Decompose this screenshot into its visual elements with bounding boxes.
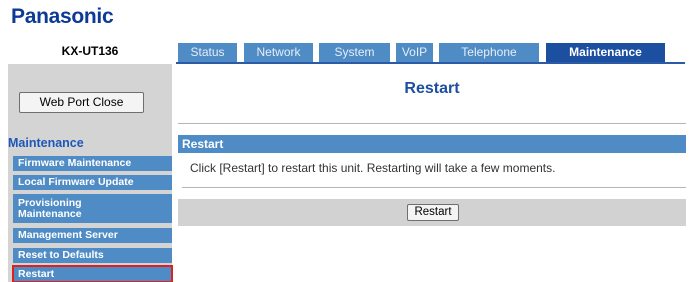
page-title: Restart xyxy=(404,80,460,97)
sidebar: Web Port Close Maintenance Firmware Main… xyxy=(8,64,173,282)
sidebar-item-label: Local Firmware Update xyxy=(18,176,134,188)
sidebar-item-label: Reset to Defaults xyxy=(18,249,104,261)
action-bar: Restart xyxy=(178,199,686,226)
tab-telephone[interactable]: Telephone xyxy=(439,43,539,62)
sidebar-heading: Maintenance xyxy=(8,136,84,150)
section-divider xyxy=(182,187,686,188)
tab-system[interactable]: System xyxy=(319,43,390,62)
sidebar-item-firmware-maintenance[interactable]: Firmware Maintenance xyxy=(13,156,172,171)
restart-button[interactable]: Restart xyxy=(407,204,459,221)
section-header: Restart xyxy=(178,135,686,153)
tab-status[interactable]: Status xyxy=(178,43,237,62)
tab-maintenance[interactable]: Maintenance xyxy=(546,43,665,62)
sidebar-item-label: Management Server xyxy=(18,229,118,241)
sidebar-item-label: Firmware Maintenance xyxy=(18,157,132,169)
sidebar-item-provisioning-maintenance[interactable]: Provisioning Maintenance xyxy=(13,194,172,223)
tab-network[interactable]: Network xyxy=(244,43,313,62)
sidebar-item-label: Provisioning Maintenance xyxy=(18,196,82,220)
sidebar-item-restart[interactable]: Restart xyxy=(12,265,173,282)
model-label: KX-UT136 xyxy=(61,44,119,58)
sidebar-item-reset-to-defaults[interactable]: Reset to Defaults xyxy=(13,248,172,263)
sidebar-item-local-firmware-update[interactable]: Local Firmware Update xyxy=(13,175,172,190)
tab-underline xyxy=(176,62,685,64)
title-divider xyxy=(178,123,686,124)
restart-description: Click [Restart] to restart this unit. Re… xyxy=(190,161,556,175)
sidebar-item-label: Restart xyxy=(18,267,55,280)
tab-voip[interactable]: VoIP xyxy=(396,43,433,62)
panasonic-logo: Panasonic xyxy=(11,5,114,28)
sidebar-item-management-server[interactable]: Management Server xyxy=(13,228,172,243)
web-port-close-button[interactable]: Web Port Close xyxy=(19,92,144,113)
